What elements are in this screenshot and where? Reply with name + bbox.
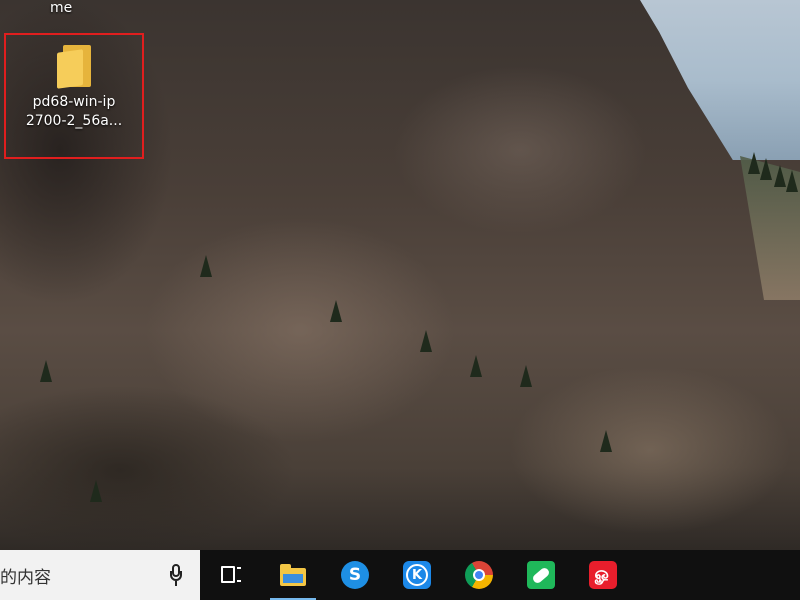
taskbar: 的内容 S K ௐ (0, 550, 800, 600)
sogou-icon: S (341, 561, 369, 589)
desktop-icon-folder[interactable]: pd68-win-ip 2700-2_56a... (4, 33, 144, 159)
desktop-icon-label-line2: 2700-2_56a... (25, 113, 123, 129)
task-view-button[interactable] (200, 550, 262, 600)
desktop-icon-label-line1: pd68-win-ip (32, 94, 116, 110)
search-box[interactable]: 的内容 (0, 550, 200, 600)
taskbar-app-netease-music[interactable]: ௐ (572, 550, 634, 600)
taskbar-app-green[interactable] (510, 550, 572, 600)
kugou-icon: K (403, 561, 431, 589)
taskbar-app-chrome[interactable] (448, 550, 510, 600)
desktop-icon-label-partial[interactable]: me (50, 0, 72, 16)
sky (640, 0, 800, 160)
kugou-glyph: K (406, 564, 428, 586)
green-app-icon (527, 561, 555, 589)
taskbar-app-kugou[interactable]: K (386, 550, 448, 600)
folder-icon (57, 45, 91, 89)
chrome-icon (465, 561, 493, 589)
search-placeholder: 的内容 (0, 567, 51, 588)
folder-icon (280, 564, 306, 586)
taskbar-app-sogou[interactable]: S (324, 550, 386, 600)
netease-music-icon: ௐ (589, 561, 617, 589)
netease-glyph: ௐ (594, 564, 612, 584)
taskbar-app-file-explorer[interactable] (262, 550, 324, 600)
microphone-icon[interactable] (170, 564, 182, 586)
